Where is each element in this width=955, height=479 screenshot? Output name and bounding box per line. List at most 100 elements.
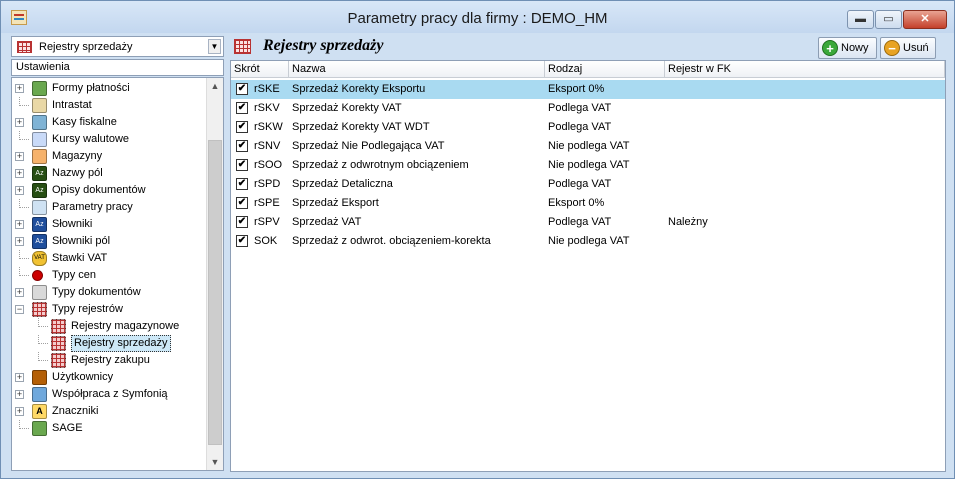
cell-skrot: rSNV (254, 140, 281, 152)
row-checkbox[interactable]: ✔ (236, 159, 248, 171)
vat-icon: VAT (32, 251, 47, 266)
table-row[interactable]: ✔ SOK Sprzedaż z odwrot. obciązeniem-korek… (231, 232, 945, 251)
maximize-button[interactable]: ▭ (875, 10, 902, 29)
tree-item[interactable]: Rejestry sprzedaży (12, 335, 206, 352)
cell-nazwa: Sprzedaż z odwrotnym obciązeniem (292, 159, 469, 171)
cell-rodzaj: Podlega VAT (548, 102, 612, 114)
scroll-up-icon[interactable]: ▲ (207, 78, 223, 94)
minimize-button[interactable]: ▬ (847, 10, 874, 29)
row-checkbox[interactable]: ✔ (236, 140, 248, 152)
expand-icon[interactable]: + (15, 84, 24, 93)
users-icon (32, 370, 47, 385)
expand-icon[interactable]: + (15, 373, 24, 382)
tree-item[interactable]: + Magazyny (12, 148, 206, 165)
warehouse-icon (32, 149, 47, 164)
new-button[interactable]: + Nowy (818, 37, 877, 59)
tree-item[interactable]: Kursy walutowe (12, 131, 206, 148)
tree-item[interactable]: + Typy dokumentów (12, 284, 206, 301)
column-header-rodzaj[interactable]: Rodzaj (545, 61, 665, 78)
table-row[interactable]: ✔ rSPE Sprzedaż Eksport Eksport 0% (231, 194, 945, 213)
settings-combo[interactable]: Rejestry sprzedaży ▼ (11, 36, 224, 57)
table-row[interactable]: ✔ rSOO Sprzedaż z odwrotnym obciązeniem Nie… (231, 156, 945, 175)
payment-icon (32, 81, 47, 96)
cell-rodzaj: Nie podlega VAT (548, 235, 630, 247)
tree-header: Ustawienia (11, 59, 224, 76)
az-blue-icon: Az (32, 217, 47, 232)
tree-item[interactable]: + Kasy fiskalne (12, 114, 206, 131)
tree-item[interactable]: SAGE (12, 420, 206, 437)
client-area: Rejestry sprzedaży ▼ Ustawienia ▲ ▼ + For… (8, 33, 947, 472)
tree-item[interactable]: Typy cen (12, 267, 206, 284)
tree-item[interactable]: + Az Słowniki (12, 216, 206, 233)
cell-nazwa: Sprzedaż Nie Podlegająca VAT (292, 140, 445, 152)
tree-scrollbar[interactable]: ▲ ▼ (206, 78, 223, 470)
cell-nazwa: Sprzedaż z odwrot. obciązeniem-korekta (292, 235, 491, 247)
new-button-label: Nowy (841, 42, 869, 54)
cell-skrot: rSPD (254, 178, 281, 190)
tree-item[interactable]: Rejestry zakupu (12, 352, 206, 369)
intrastat-icon (32, 98, 47, 113)
expand-icon[interactable]: + (15, 186, 24, 195)
table-row[interactable]: ✔ rSKE Sprzedaż Korekty Eksportu Eksport 0% (231, 80, 945, 99)
tree-item-label: Kasy fiskalne (52, 116, 117, 128)
table-row[interactable]: ✔ rSKV Sprzedaż Korekty VAT Podlega VAT (231, 99, 945, 118)
cell-nazwa: Sprzedaż Detaliczna (292, 178, 393, 190)
table-row[interactable]: ✔ rSKW Sprzedaż Korekty VAT WDT Podlega VAT (231, 118, 945, 137)
row-checkbox[interactable]: ✔ (236, 121, 248, 133)
chevron-down-icon[interactable]: ▼ (208, 39, 221, 54)
tree-connector (19, 267, 29, 276)
expand-icon[interactable]: + (15, 152, 24, 161)
registers-grid: Skrót Nazwa Rodzaj Rejestr w FK ✔ rSKE Spr… (230, 60, 946, 472)
scroll-thumb[interactable] (208, 140, 222, 445)
app-window: Parametry pracy dla firmy : DEMO_HM ▬ ▭ … (0, 0, 955, 479)
title-bar: Parametry pracy dla firmy : DEMO_HM ▬ ▭ … (1, 1, 954, 33)
table-row[interactable]: ✔ rSPV Sprzedaż VAT Podlega VAT Należny (231, 213, 945, 232)
expand-icon[interactable]: + (15, 407, 24, 416)
tree-item[interactable]: Parametry pracy (12, 199, 206, 216)
tree-item[interactable]: + Az Słowniki pól (12, 233, 206, 250)
expand-icon[interactable]: + (15, 390, 24, 399)
register-icon (234, 39, 251, 54)
tree-item[interactable]: + Formy płatności (12, 80, 206, 97)
cell-rodzaj: Eksport 0% (548, 197, 605, 209)
tree-item[interactable]: VAT Stawki VAT (12, 250, 206, 267)
delete-button[interactable]: − Usuń (880, 37, 936, 59)
row-checkbox[interactable]: ✔ (236, 102, 248, 114)
expand-icon[interactable]: + (15, 220, 24, 229)
expand-icon[interactable]: + (15, 169, 24, 178)
tree-item[interactable]: + Az Opisy dokumentów (12, 182, 206, 199)
expand-icon[interactable]: + (15, 118, 24, 127)
tree-item[interactable]: Intrastat (12, 97, 206, 114)
sync-icon (32, 387, 47, 402)
row-checkbox[interactable]: ✔ (236, 235, 248, 247)
expand-icon[interactable]: + (15, 237, 24, 246)
cell-rodzaj: Nie podlega VAT (548, 159, 630, 171)
table-row[interactable]: ✔ rSNV Sprzedaż Nie Podlegająca VAT Nie pod… (231, 137, 945, 156)
column-header-nazwa[interactable]: Nazwa (289, 61, 545, 78)
tree-item[interactable]: − Typy rejestrów (12, 301, 206, 318)
tree-item-label: Parametry pracy (52, 201, 133, 213)
cell-rodzaj: Eksport 0% (548, 83, 605, 95)
column-header-skrot[interactable]: Skrót (231, 61, 289, 78)
tree-connector (19, 199, 29, 208)
tree-item[interactable]: + Az Nazwy pól (12, 165, 206, 182)
close-button[interactable]: ✕ (903, 10, 947, 29)
tree-item[interactable]: + Współpraca z Symfonią (12, 386, 206, 403)
tree-item[interactable]: Rejestry magazynowe (12, 318, 206, 335)
tree-connector (38, 318, 48, 327)
column-header-fk[interactable]: Rejestr w FK (665, 61, 945, 78)
scroll-down-icon[interactable]: ▼ (207, 454, 223, 470)
row-checkbox[interactable]: ✔ (236, 216, 248, 228)
table-row[interactable]: ✔ rSPD Sprzedaż Detaliczna Podlega VAT (231, 175, 945, 194)
tree-item-label: Typy cen (52, 269, 97, 281)
cell-skrot: rSPV (254, 216, 280, 228)
expand-icon[interactable]: + (15, 288, 24, 297)
cell-nazwa: Sprzedaż Korekty VAT WDT (292, 121, 430, 133)
row-checkbox[interactable]: ✔ (236, 178, 248, 190)
row-checkbox[interactable]: ✔ (236, 83, 248, 95)
row-checkbox[interactable]: ✔ (236, 197, 248, 209)
collapse-icon[interactable]: − (15, 305, 24, 314)
tree-item[interactable]: + A Znaczniki (12, 403, 206, 420)
tree-item[interactable]: + Użytkownicy (12, 369, 206, 386)
cell-rodzaj: Podlega VAT (548, 178, 612, 190)
